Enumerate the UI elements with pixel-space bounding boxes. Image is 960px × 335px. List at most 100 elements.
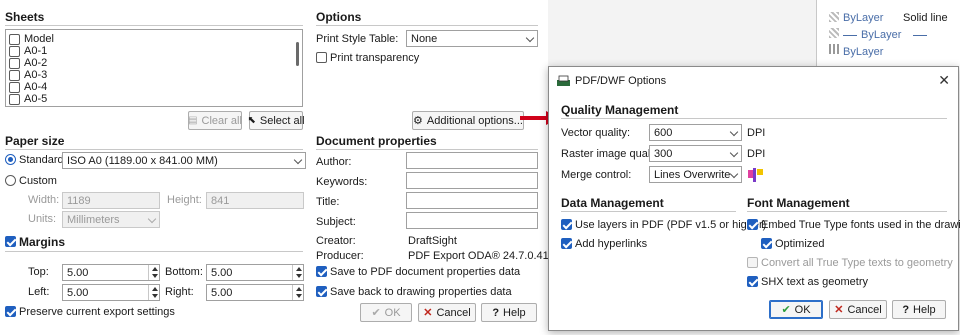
subject-label: Subject: — [316, 216, 356, 228]
ok-button[interactable]: ✔ OK — [360, 303, 412, 322]
divider — [316, 149, 538, 150]
standard-radio[interactable] — [5, 154, 16, 165]
divider — [316, 25, 538, 26]
linetype-bylayer[interactable]: ByLayer — [843, 12, 883, 24]
vector-quality-select[interactable]: 600 — [649, 124, 742, 141]
layer-properties-panel: ByLayer Solid line ByLayer ByLayer — [816, 0, 960, 66]
clear-all-label: Clear all — [201, 114, 242, 127]
convert-truetype-checkbox[interactable] — [747, 257, 758, 268]
dpi-unit: DPI — [747, 127, 766, 139]
add-hyperlinks-label: Add hyperlinks — [575, 238, 648, 250]
top-margin-stepper[interactable]: 5.00 — [62, 264, 160, 281]
margins-checkbox[interactable] — [5, 236, 16, 247]
spin-arrows-icon[interactable] — [292, 285, 303, 300]
clear-all-button[interactable]: ▤ Clear all — [188, 111, 242, 130]
print-style-select[interactable]: None — [406, 30, 538, 47]
preserve-settings-checkbox[interactable] — [5, 306, 16, 317]
save-back-properties-checkbox[interactable] — [316, 286, 327, 297]
line-sample — [913, 35, 927, 36]
additional-options-button[interactable]: ⚙ Additional options... — [412, 111, 524, 130]
custom-radio[interactable] — [5, 175, 16, 186]
margins-section-title: Margins — [19, 235, 66, 249]
save-pdf-properties-checkbox[interactable] — [316, 266, 327, 277]
dialog-ok-button[interactable]: ✔ OK — [769, 300, 823, 319]
standard-size-value: ISO A0 (1189.00 x 841.00 MM) — [67, 155, 218, 167]
lineweight-bylayer[interactable]: ByLayer — [861, 29, 901, 41]
divider — [747, 211, 947, 212]
units-value: Millimeters — [67, 214, 120, 226]
sheet-checkbox[interactable] — [9, 58, 20, 69]
sheet-checkbox[interactable] — [9, 34, 20, 45]
chevron-down-icon — [729, 169, 739, 179]
raster-quality-select[interactable]: 300 — [649, 145, 742, 162]
sheet-checkbox[interactable] — [9, 70, 20, 81]
width-field[interactable]: 1189 — [62, 192, 160, 209]
divider — [5, 149, 303, 150]
save-pdf-properties-label: Save to PDF document properties data — [330, 266, 521, 278]
cancel-label: Cancel — [436, 306, 471, 319]
shx-geometry-checkbox[interactable] — [747, 276, 758, 287]
dialog-title: PDF/DWF Options — [575, 75, 667, 87]
use-layers-checkbox[interactable] — [561, 219, 572, 230]
right-margin-value: 5.00 — [211, 287, 233, 299]
dialog-help-button[interactable]: ? Help — [892, 300, 946, 319]
paper-size-section-title: Paper size — [5, 134, 65, 148]
producer-value: PDF Export ODA® 24.7.0.41772 — [408, 250, 568, 262]
sheets-list[interactable]: Model A0-1 A0-2 A0-3 A0-4 A0-5 — [5, 29, 303, 107]
sheet-checkbox[interactable] — [9, 82, 20, 93]
spin-arrows-icon[interactable] — [292, 265, 303, 280]
optimized-label: Optimized — [775, 238, 825, 250]
sheet-checkbox[interactable] — [9, 46, 20, 57]
quality-management-title: Quality Management — [561, 103, 679, 117]
optimized-checkbox[interactable] — [761, 238, 772, 249]
height-field[interactable]: 841 — [206, 192, 304, 209]
spin-arrows-icon[interactable] — [148, 285, 159, 300]
select-all-button[interactable]: ⬉ Select all — [247, 111, 305, 130]
bottom-margin-stepper[interactable]: 5.00 — [206, 264, 304, 281]
left-margin-stepper[interactable]: 5.00 — [62, 284, 160, 301]
sheet-item[interactable]: A0-1 — [24, 45, 47, 57]
units-select[interactable]: Millimeters — [62, 211, 160, 228]
dialog-cancel-button[interactable]: ✕ Cancel — [829, 300, 887, 319]
sheet-item[interactable]: A0-3 — [24, 69, 47, 81]
check-icon: ✔ — [371, 307, 381, 319]
left-margin-value: 5.00 — [67, 287, 89, 299]
spin-arrows-icon[interactable] — [148, 265, 159, 280]
units-label: Units: — [28, 213, 57, 225]
add-hyperlinks-checkbox[interactable] — [561, 238, 572, 249]
chevron-down-icon — [729, 148, 739, 158]
dialog-ok-label: OK — [794, 303, 811, 316]
close-icon: ✕ — [423, 307, 433, 319]
pattern-swatch-icon — [829, 44, 839, 54]
divider — [561, 211, 736, 212]
clear-icon: ▤ — [188, 115, 198, 126]
bottom-margin-value: 5.00 — [211, 267, 233, 279]
app-icon — [557, 75, 570, 86]
chevron-down-icon — [525, 33, 535, 43]
top-margin-label: Top: — [28, 266, 49, 278]
ok-label: OK — [384, 306, 401, 319]
help-button[interactable]: ? Help — [481, 303, 537, 322]
sheet-item[interactable]: A0-2 — [24, 57, 47, 69]
title-field[interactable] — [406, 192, 538, 209]
embed-fonts-checkbox[interactable] — [747, 219, 758, 230]
author-field[interactable] — [406, 152, 538, 169]
sheet-item-model[interactable]: Model — [24, 33, 54, 45]
color-bylayer[interactable]: ByLayer — [843, 46, 883, 58]
keywords-field[interactable] — [406, 172, 538, 189]
sheet-item[interactable]: A0-4 — [24, 81, 47, 93]
sheet-checkbox[interactable] — [9, 94, 20, 105]
help-icon: ? — [492, 306, 500, 319]
merge-control-select[interactable]: Lines Overwrite — [649, 166, 742, 183]
linetype-solid-line[interactable]: Solid line — [903, 12, 948, 24]
standard-size-select[interactable]: ISO A0 (1189.00 x 841.00 MM) — [62, 152, 306, 169]
subject-field[interactable] — [406, 212, 538, 229]
cancel-button[interactable]: ✕ Cancel — [418, 303, 476, 322]
print-transparency-checkbox[interactable] — [316, 52, 327, 63]
list-scrollbar[interactable] — [296, 42, 299, 66]
sheet-item[interactable]: A0-5 — [24, 93, 47, 105]
right-margin-stepper[interactable]: 5.00 — [206, 284, 304, 301]
close-icon[interactable]: ✕ — [938, 72, 950, 89]
preserve-settings-label: Preserve current export settings — [19, 306, 175, 318]
font-management-title: Font Management — [747, 196, 850, 210]
